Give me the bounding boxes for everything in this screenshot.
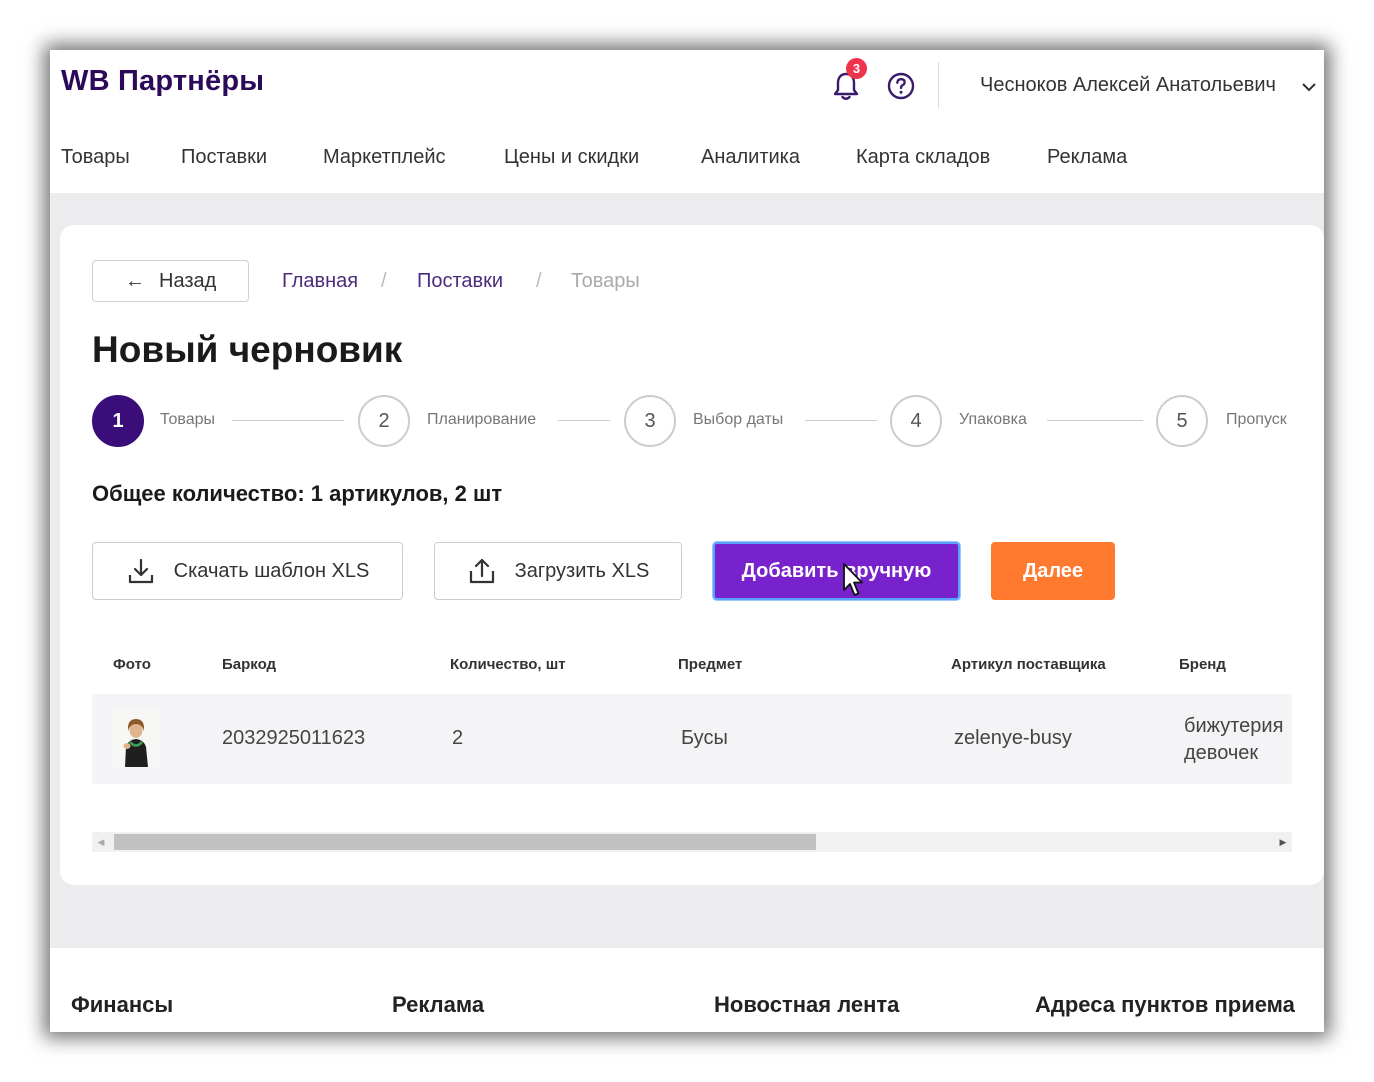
page-title: Новый черновик [92, 329, 403, 370]
cell-subject: Бусы [681, 727, 728, 749]
next-button[interactable]: Далее [991, 542, 1115, 600]
step-2-label: Планирование [427, 411, 537, 428]
scroll-right-arrow-icon[interactable]: ▶ [1274, 832, 1292, 852]
back-label: Назад [159, 269, 217, 292]
nav-item-products[interactable]: Товары [61, 146, 130, 169]
step-1-circle: 1 [92, 395, 144, 447]
mouse-cursor-icon [843, 563, 863, 596]
user-menu[interactable]: Чесноков Алексей Анатольевич [980, 74, 1276, 97]
step-connector [558, 420, 610, 421]
app-window: WB Партнёры 3 Чесноков Алексей Анатольев… [50, 50, 1324, 1032]
footer-link-news[interactable]: Новостная лента [714, 992, 899, 1018]
scroll-left-arrow-icon[interactable]: ◀ [92, 832, 110, 852]
product-photo-image [112, 709, 160, 767]
top-header: WB Партнёры 3 Чесноков Алексей Анатольев… [50, 50, 1324, 193]
chevron-down-icon[interactable] [1300, 78, 1318, 96]
step-4-circle: 4 [890, 395, 942, 447]
step-4-label: Упаковка [959, 411, 1027, 428]
cell-quantity: 2 [452, 727, 464, 749]
step-1-label: Товары [160, 411, 216, 428]
nav-item-prices[interactable]: Цены и скидки [504, 146, 639, 169]
draft-card: ← Назад Главная / Поставки / Товары Новы… [60, 225, 1324, 885]
footer: Финансы Реклама Новостная лента Адреса п… [50, 948, 1324, 1032]
column-header-quantity: Количество, шт [450, 656, 566, 673]
arrow-left-icon: ← [125, 269, 145, 292]
breadcrumb-separator: / [536, 270, 542, 292]
step-3-circle: 3 [624, 395, 676, 447]
footer-link-ads[interactable]: Реклама [392, 992, 484, 1018]
back-button[interactable]: ← Назад [92, 260, 249, 302]
scrollbar-thumb[interactable] [114, 834, 816, 850]
upload-xls-label: Загрузить XLS [514, 559, 650, 582]
cell-barcode: 2032925011623 [222, 727, 366, 749]
breadcrumb-supplies[interactable]: Поставки [417, 270, 503, 293]
horizontal-scrollbar[interactable]: ◀ ▶ [92, 832, 1292, 852]
download-template-button[interactable]: Скачать шаблон XLS [92, 542, 403, 600]
column-header-vendor-code: Артикул поставщика [951, 656, 1106, 673]
step-3-label: Выбор даты [693, 411, 784, 428]
header-divider [938, 62, 939, 108]
upload-icon [469, 558, 494, 584]
step-connector [1047, 420, 1143, 421]
nav-item-ads[interactable]: Реклама [1047, 146, 1127, 169]
column-header-barcode: Баркод [222, 656, 277, 673]
footer-link-pickup-addresses[interactable]: Адреса пунктов приема [1035, 992, 1295, 1018]
step-connector [232, 420, 344, 421]
nav-item-marketplace[interactable]: Маркетплейс [323, 146, 446, 169]
footer-link-finance[interactable]: Финансы [71, 992, 173, 1018]
cell-brand: бижутерия девочек [1184, 713, 1283, 767]
column-header-brand: Бренд [1179, 656, 1226, 673]
logo[interactable]: WB Партнёры [61, 65, 264, 98]
cell-brand-line: бижутерия [1184, 715, 1284, 737]
download-icon [128, 558, 153, 584]
table-row[interactable]: 2032925011623 2 Бусы zelenye-busy бижуте… [92, 694, 1292, 784]
breadcrumb-current: Товары [571, 270, 640, 292]
cell-brand-line: девочек [1184, 742, 1259, 764]
cell-vendor-code: zelenye-busy [954, 727, 1072, 749]
product-photo[interactable] [112, 709, 160, 767]
nav-item-analytics[interactable]: Аналитика [701, 146, 800, 169]
column-header-subject: Предмет [678, 656, 743, 673]
main-nav: Товары Поставки Маркетплейс Цены и скидк… [50, 146, 1324, 176]
download-template-label: Скачать шаблон XLS [173, 559, 370, 582]
help-icon[interactable] [886, 71, 916, 101]
step-connector [805, 420, 877, 421]
column-header-photo: Фото [113, 656, 151, 673]
breadcrumb-separator: / [381, 270, 387, 292]
notifications-badge: 3 [846, 58, 867, 79]
upload-xls-button[interactable]: Загрузить XLS [434, 542, 682, 600]
breadcrumb-home[interactable]: Главная [282, 270, 358, 293]
add-manually-button[interactable]: Добавить вручную [713, 542, 960, 600]
step-2-circle: 2 [358, 395, 410, 447]
nav-item-warehouse-map[interactable]: Карта складов [856, 146, 990, 169]
step-5-label: Пропуск [1226, 411, 1287, 428]
nav-item-supplies[interactable]: Поставки [181, 146, 267, 169]
total-quantity: Общее количество: 1 артикулов, 2 шт [92, 481, 503, 506]
step-5-circle: 5 [1156, 395, 1208, 447]
